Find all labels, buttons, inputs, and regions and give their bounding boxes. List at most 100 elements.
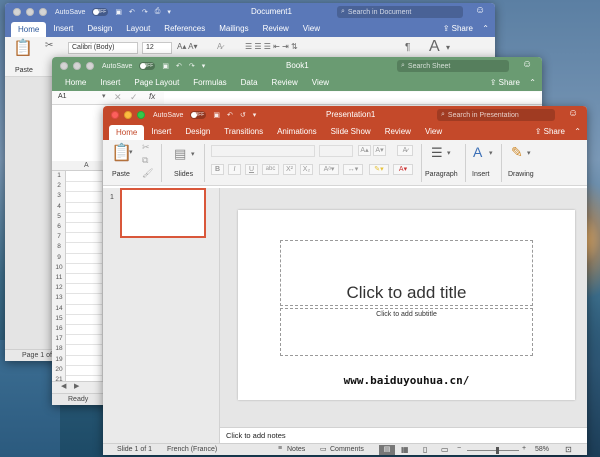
drawing-menu-icon[interactable]: ▾: [527, 150, 531, 157]
row-number[interactable]: 16: [52, 324, 66, 334]
row-number[interactable]: 20: [52, 365, 66, 375]
zoom-window-button[interactable]: [137, 111, 145, 119]
format-painter-icon[interactable]: 🖌: [142, 169, 153, 178]
bold-button[interactable]: B: [211, 164, 224, 175]
underline-button[interactable]: U: [245, 164, 258, 175]
share-button[interactable]: ⇪ Share: [443, 24, 473, 33]
language-indicator[interactable]: French (France): [167, 446, 217, 453]
font-size-select[interactable]: 12: [142, 42, 172, 54]
row-number[interactable]: 17: [52, 334, 66, 344]
tab-slide-show[interactable]: Slide Show: [324, 124, 378, 140]
normal-view-icon[interactable]: ▤: [379, 445, 395, 455]
grow-font-icon[interactable]: A▴ A▾: [177, 43, 197, 51]
styles-icon[interactable]: A: [429, 39, 440, 55]
copy-icon[interactable]: ⧉: [142, 156, 148, 165]
notes-pane[interactable]: Click to add notes: [220, 427, 587, 443]
row-number[interactable]: 2: [52, 181, 66, 191]
autosave-toggle[interactable]: OFF: [139, 62, 156, 70]
tab-animations[interactable]: Animations: [270, 124, 324, 140]
row-number[interactable]: 11: [52, 273, 66, 283]
row-number[interactable]: 1: [52, 171, 66, 181]
check-icon[interactable]: ✓: [130, 93, 138, 102]
grid-view-icon[interactable]: ▦: [401, 445, 409, 454]
new-slide-icon[interactable]: ▤: [174, 147, 186, 160]
row-number[interactable]: 8: [52, 242, 66, 252]
insert-icon[interactable]: A: [473, 145, 482, 159]
tab-home[interactable]: Home: [11, 22, 47, 37]
clipboard-icon[interactable]: 📋: [13, 41, 33, 57]
clear-format-button[interactable]: A̷: [397, 145, 413, 156]
minimize-window-button[interactable]: [124, 111, 132, 119]
undo-icon[interactable]: ↶: [176, 62, 182, 70]
tab-layout[interactable]: Layout: [119, 21, 157, 37]
zoom-window-button[interactable]: [86, 62, 94, 70]
subscript-button[interactable]: X₂: [300, 164, 313, 175]
tab-view[interactable]: View: [305, 75, 336, 91]
search-input[interactable]: ⌕ Search in Document: [337, 6, 463, 18]
row-number[interactable]: 9: [52, 253, 66, 263]
redo-icon[interactable]: ↺: [240, 111, 246, 119]
comments-button[interactable]: Comments: [330, 446, 364, 453]
search-input[interactable]: ⌕ Search Sheet: [397, 60, 509, 72]
zoom-window-button[interactable]: [39, 8, 47, 16]
close-window-button[interactable]: [60, 62, 68, 70]
tab-insert[interactable]: Insert: [144, 124, 178, 140]
zoom-in-icon[interactable]: +: [522, 445, 526, 452]
fx-icon[interactable]: fx: [149, 93, 155, 101]
paragraph-icon[interactable]: ☰: [431, 146, 443, 159]
change-case-button[interactable]: Aᵃ▾: [319, 164, 339, 175]
autosave-toggle[interactable]: OFF: [190, 111, 207, 119]
superscript-button[interactable]: X²: [283, 164, 296, 175]
drawing-icon[interactable]: ✎: [511, 145, 523, 159]
tab-mailings[interactable]: Mailings: [212, 21, 255, 37]
font-name-select[interactable]: Calibri (Body): [68, 42, 138, 54]
tab-page-layout[interactable]: Page Layout: [127, 75, 186, 91]
smiley-icon[interactable]: ☺: [475, 5, 485, 16]
tab-references[interactable]: References: [157, 21, 212, 37]
tab-home[interactable]: Home: [109, 125, 145, 140]
zoom-level[interactable]: 58%: [535, 446, 549, 453]
undo-icon[interactable]: ↶: [227, 111, 233, 119]
fit-slide-icon[interactable]: ⊡: [565, 445, 572, 454]
subtitle-placeholder[interactable]: Click to add subtitle: [280, 308, 533, 356]
tab-design[interactable]: Design: [80, 21, 119, 37]
strikethrough-button[interactable]: abc: [262, 164, 279, 175]
font-color-button[interactable]: A▾: [393, 164, 413, 175]
row-number[interactable]: 13: [52, 293, 66, 303]
undo-icon[interactable]: ↶: [129, 8, 135, 16]
tab-insert[interactable]: Insert: [46, 21, 80, 37]
title-placeholder[interactable]: Click to add title: [280, 240, 533, 306]
tab-view[interactable]: View: [418, 124, 449, 140]
shrink-font-button[interactable]: A▾: [373, 145, 386, 156]
row-number[interactable]: 7: [52, 232, 66, 242]
smiley-icon[interactable]: ☺: [522, 59, 532, 70]
share-button[interactable]: ⇪ Share: [490, 78, 520, 87]
font-name-select[interactable]: [211, 145, 315, 157]
slide-thumbnail[interactable]: [120, 188, 206, 238]
reading-view-icon[interactable]: ▯: [423, 445, 427, 454]
name-box[interactable]: A1: [55, 92, 101, 104]
autosave-toggle[interactable]: OFF: [92, 8, 109, 16]
close-window-button[interactable]: [13, 8, 21, 16]
save-icon[interactable]: ▣: [162, 62, 169, 70]
character-spacing-button[interactable]: ↔▾: [343, 164, 363, 175]
slideshow-icon[interactable]: ▭: [441, 445, 449, 454]
share-button[interactable]: ⇪ Share: [535, 127, 565, 136]
paragraph-menu-icon[interactable]: ▾: [447, 150, 451, 157]
minimize-window-button[interactable]: [26, 8, 34, 16]
redo-icon[interactable]: ↷: [142, 8, 148, 16]
chevron-icon[interactable]: ⌃: [482, 24, 489, 33]
row-number[interactable]: 6: [52, 222, 66, 232]
tab-view[interactable]: View: [296, 21, 327, 37]
row-number[interactable]: 19: [52, 355, 66, 365]
row-number[interactable]: 4: [52, 202, 66, 212]
customize-icon[interactable]: ▾: [167, 8, 171, 16]
row-number[interactable]: 18: [52, 344, 66, 354]
tab-review[interactable]: Review: [265, 75, 305, 91]
tab-insert[interactable]: Insert: [93, 75, 127, 91]
prev-sheet-icon[interactable]: ◀: [61, 383, 66, 390]
bullets-icon[interactable]: ☰ ☰ ☰ ⇤ ⇥ ⇅: [245, 43, 298, 51]
row-number[interactable]: 12: [52, 283, 66, 293]
chevron-icon[interactable]: ⌃: [529, 78, 536, 87]
customize-icon[interactable]: ▾: [253, 111, 257, 119]
